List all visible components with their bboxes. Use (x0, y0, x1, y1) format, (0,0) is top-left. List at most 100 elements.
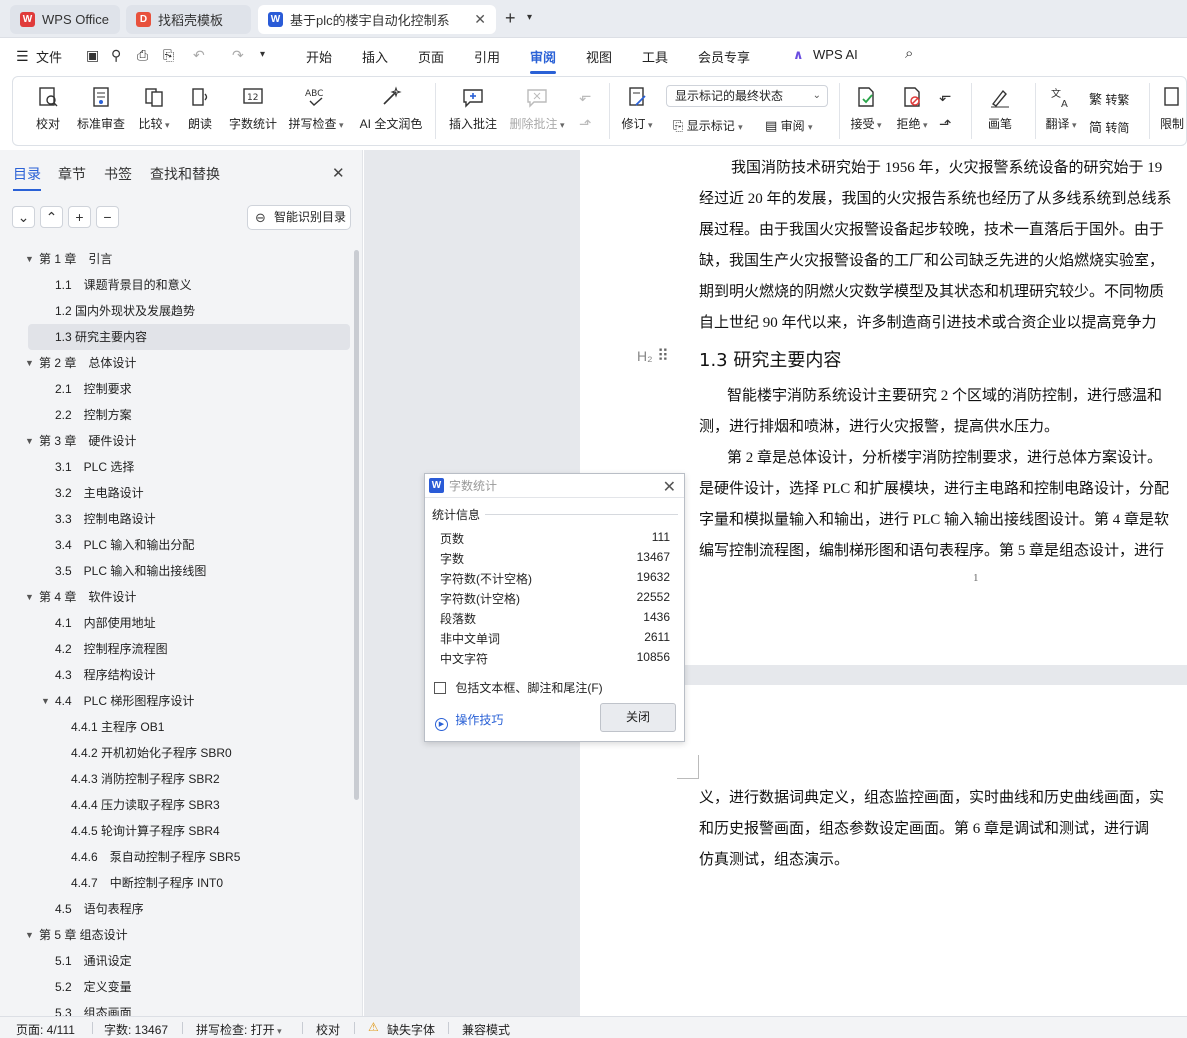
next-comment-icon[interactable]: ⬏ (579, 115, 592, 133)
toc-item[interactable]: ▼ 4.4 PLC 梯形图程序设计 (0, 688, 353, 714)
next-change-icon[interactable]: ⬏ (939, 115, 952, 133)
translate-button[interactable]: 文A 翻译 (1041, 85, 1081, 132)
toc-item[interactable]: 1.3 研究主要内容 (28, 324, 350, 350)
read-aloud-button[interactable]: 朗读 (185, 85, 215, 132)
close-tab-icon[interactable]: ✕ (474, 11, 486, 28)
chevron-down-icon[interactable]: ▾ (527, 12, 532, 23)
print-icon[interactable]: ⎙ (137, 47, 148, 64)
delete-comment-button[interactable]: 删除批注 (507, 85, 567, 132)
proofread-button[interactable]: 校对 (31, 85, 65, 132)
more-icon[interactable]: ▾ (260, 49, 265, 60)
hamburger-icon[interactable]: ☰ (16, 48, 29, 65)
smart-toc-button[interactable]: ⊖ 智能识别目录 (247, 205, 351, 230)
redo-icon[interactable]: ↷ (232, 47, 244, 64)
toc-item[interactable]: 4.4.7 中断控制子程序 INT0 (0, 870, 353, 896)
standard-review-button[interactable]: 标准审查 (75, 85, 127, 132)
menu-member[interactable]: 会员专享 (698, 47, 750, 66)
toc-item[interactable]: 3.1 PLC 选择 (0, 454, 353, 480)
expand-arrow-icon[interactable]: ▼ (25, 350, 34, 376)
nav-tab-sections[interactable]: 章节 (58, 164, 86, 184)
remove-heading-button[interactable]: − (96, 206, 119, 228)
toc-chapter-item[interactable]: ▼ 第 4 章 软件设计 (0, 584, 353, 610)
toc-item[interactable]: 4.1 内部使用地址 (0, 610, 353, 636)
menu-reference[interactable]: 引用 (474, 47, 500, 66)
menu-review[interactable]: 审阅 (530, 47, 557, 74)
proofread-indicator[interactable]: 校对 (316, 1021, 340, 1038)
toc-item[interactable]: 4.4.6 泵自动控制子程序 SBR5 (0, 844, 353, 870)
markup-display-select[interactable]: 显示标记的最终状态 ⌄ (666, 85, 828, 107)
toc-item[interactable]: 4.5 语句表程序 (0, 896, 353, 922)
prev-comment-icon[interactable]: ⬐ (579, 87, 592, 105)
heading-level-tag[interactable]: H₂ (637, 348, 653, 364)
include-textbox-checkbox[interactable]: 包括文本框、脚注和尾注(F) (434, 679, 603, 696)
spell-check-indicator[interactable]: 拼写检查: 打开 (196, 1021, 282, 1038)
toc-item[interactable]: 4.4.3 消防控制子程序 SBR2 (0, 766, 353, 792)
toc-item[interactable]: 4.2 控制程序流程图 (0, 636, 353, 662)
menu-page[interactable]: 页面 (418, 47, 444, 66)
page-indicator[interactable]: 页面: 4/111 (16, 1021, 75, 1038)
print-preview-icon[interactable]: ⎘ (163, 47, 174, 64)
tab-template[interactable]: D 找稻壳模板 (126, 5, 251, 34)
compare-button[interactable]: 比较 (135, 85, 173, 132)
prev-change-icon[interactable]: ⬐ (939, 87, 952, 105)
show-markup-dropdown[interactable]: ⎘ 显示标记 (673, 117, 743, 134)
toc-item[interactable]: 2.2 控制方案 (0, 402, 353, 428)
tips-link[interactable]: ▶ 操作技巧 (435, 711, 503, 731)
toc-item[interactable]: 5.2 定义变量 (0, 974, 353, 1000)
toc-item[interactable]: 5.3 组态画面 (0, 1000, 353, 1016)
new-tab-icon[interactable]: + (505, 8, 516, 29)
toc-item[interactable]: 4.4.1 主程序 OB1 (0, 714, 353, 740)
expand-up-button[interactable]: ⌃ (40, 206, 63, 228)
nav-tab-toc[interactable]: 目录 (13, 164, 41, 191)
expand-arrow-icon[interactable]: ▼ (25, 246, 34, 272)
toc-item[interactable]: 4.4.5 轮询计算子程序 SBR4 (0, 818, 353, 844)
ai-polish-button[interactable]: AI 全文润色 (357, 85, 425, 132)
share-icon[interactable]: ⚲ (111, 47, 121, 64)
collapse-all-button[interactable]: ⌄ (12, 206, 35, 228)
restrict-editing-button[interactable]: 限制 (1157, 85, 1187, 132)
spell-check-button[interactable]: ABC 拼写检查 (287, 85, 345, 132)
toc-item[interactable]: 5.1 通讯设定 (0, 948, 353, 974)
save-icon[interactable]: ▣ (86, 47, 99, 64)
menu-file[interactable]: 文件 (36, 47, 62, 66)
toc-scrollbar[interactable] (354, 250, 359, 800)
word-count-indicator[interactable]: 字数: 13467 (104, 1021, 168, 1038)
toc-item[interactable]: 3.4 PLC 输入和输出分配 (0, 532, 353, 558)
toc-item[interactable]: 4.4.2 开机初始化子程序 SBR0 (0, 740, 353, 766)
close-button[interactable]: 关闭 (600, 703, 676, 732)
nav-tab-find-replace[interactable]: 查找和替换 (150, 164, 220, 184)
drag-handle-icon[interactable]: ⠿ (657, 346, 669, 366)
toc-chapter-item[interactable]: ▼ 第 1 章 引言 (0, 246, 353, 272)
menu-tools[interactable]: 工具 (642, 47, 668, 66)
expand-arrow-icon[interactable]: ▼ (25, 584, 34, 610)
toc-chapter-item[interactable]: ▼ 第 5 章 组态设计 (0, 922, 353, 948)
toc-item[interactable]: 4.4.4 压力读取子程序 SBR3 (0, 792, 353, 818)
menu-wps-ai[interactable]: WPS AI (813, 47, 858, 62)
insert-comment-button[interactable]: 插入批注 (447, 85, 499, 132)
toc-item[interactable]: 1.1 课题背景目的和意义 (0, 272, 353, 298)
undo-icon[interactable]: ↶ (193, 47, 205, 64)
tab-wps-office[interactable]: W WPS Office (10, 5, 120, 34)
reject-button[interactable]: 拒绝 (893, 85, 931, 132)
missing-font-indicator[interactable]: 缺失字体 (387, 1021, 435, 1038)
word-count-button[interactable]: 12 字数统计 (227, 85, 279, 132)
dialog-titlebar[interactable]: W 字数统计 ✕ (425, 474, 684, 498)
review-pane-dropdown[interactable]: ▤ 审阅 (765, 117, 813, 134)
toc-item[interactable]: 1.2 国内外现状及发展趋势 (0, 298, 353, 324)
search-icon[interactable]: ⌕ (905, 45, 913, 62)
pen-button[interactable]: 画笔 (983, 85, 1017, 132)
accept-button[interactable]: 接受 (847, 85, 885, 132)
menu-view[interactable]: 视图 (586, 47, 612, 66)
add-heading-button[interactable]: + (68, 206, 91, 228)
toc-item[interactable]: 3.5 PLC 输入和输出接线图 (0, 558, 353, 584)
toc-chapter-item[interactable]: ▼ 第 2 章 总体设计 (0, 350, 353, 376)
toc-chapter-item[interactable]: ▼ 第 3 章 硬件设计 (0, 428, 353, 454)
toc-item[interactable]: 3.3 控制电路设计 (0, 506, 353, 532)
checkbox-icon[interactable] (434, 682, 446, 694)
expand-arrow-icon[interactable]: ▼ (25, 428, 34, 454)
toc-item[interactable]: 4.3 程序结构设计 (0, 662, 353, 688)
expand-arrow-icon[interactable]: ▼ (41, 688, 50, 714)
to-simplified-button[interactable]: 简 转简 (1089, 117, 1129, 136)
expand-arrow-icon[interactable]: ▼ (25, 922, 34, 948)
track-changes-button[interactable]: 修订 (617, 85, 657, 132)
